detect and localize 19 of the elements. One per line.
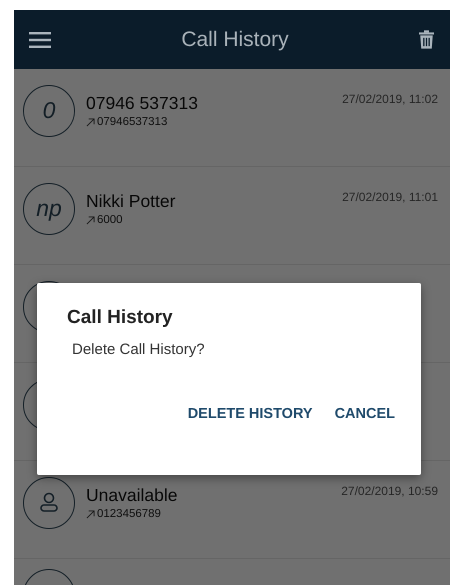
call-time: 27/02/2019, 11:02	[342, 92, 438, 106]
phone-number: 0123456789	[97, 508, 161, 520]
screen-title: Call History	[180, 28, 290, 52]
avatar-circle: np	[23, 182, 75, 234]
contact-name: 07946 537313	[86, 93, 199, 114]
call-time: 27/02/2019, 11:01	[342, 190, 438, 204]
call-time: 27/02/2019, 10:59	[341, 484, 438, 498]
person-icon	[39, 492, 59, 514]
dialog-message: Delete Call History?	[72, 341, 205, 358]
trash-icon[interactable]	[419, 30, 434, 49]
avatar-circle: 0	[23, 84, 75, 136]
phone-number: 6000	[97, 214, 123, 226]
phone-number: 07946537313	[97, 116, 168, 128]
contact-name: Unavailable	[86, 485, 178, 506]
dialog-button[interactable]: CANCEL	[330, 400, 399, 428]
dialog-title: Call History	[67, 307, 173, 329]
menu-icon[interactable]	[29, 32, 51, 48]
dialog-button[interactable]: DELETE HISTORY	[184, 400, 317, 428]
contact-name: Nikki Potter	[86, 191, 176, 212]
